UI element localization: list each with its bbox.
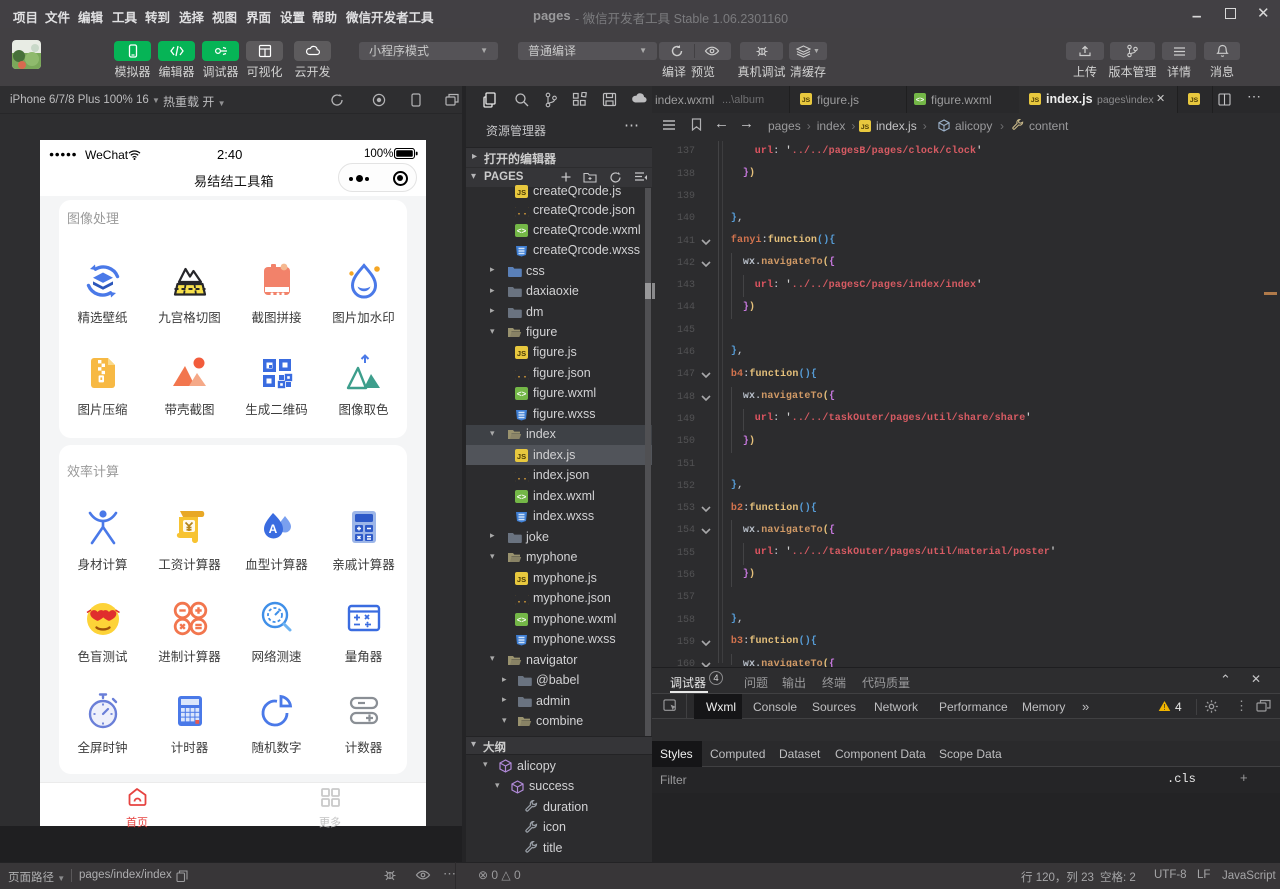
svg-text:<>: <> [517,492,527,501]
svg-text:JS: JS [517,452,526,461]
svg-text:<>: <> [517,227,527,236]
svg-text:{..}: {..} [515,472,529,483]
svg-text:JS: JS [1190,97,1199,104]
svg-text:A: A [268,522,277,536]
svg-text:JS: JS [802,97,811,104]
svg-text:<>: <> [517,390,527,399]
svg-text:{..}: {..} [515,369,529,380]
svg-text:JS: JS [861,124,870,131]
svg-text:JS: JS [517,349,526,358]
svg-text:<>: <> [517,615,527,624]
svg-text:JS: JS [517,188,526,197]
svg-text:!: ! [1163,703,1165,712]
svg-text:JS: JS [1031,97,1040,104]
svg-text:<>: <> [916,97,924,104]
svg-text:{..}: {..} [515,595,529,606]
svg-text:JS: JS [517,575,526,584]
svg-text:{..}: {..} [515,207,529,218]
